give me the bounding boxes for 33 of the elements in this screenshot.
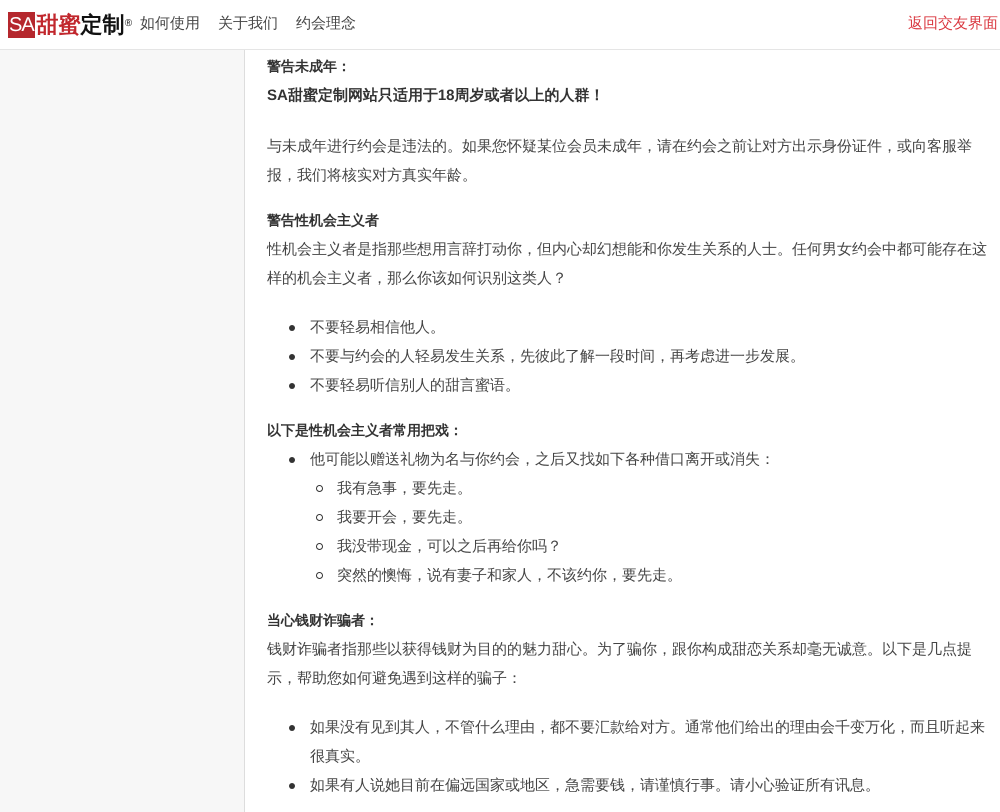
nav-link[interactable]: 如何使用	[140, 13, 200, 36]
section-heading: 警告性机会主义者	[267, 211, 380, 230]
paragraph: 性机会主义者是指那些想用言辞打动你，但内心却幻想能和你发生关系的人士。任何男女约会中都可能存在这样的机会主义者，那么你该如何识别这类人？	[267, 240, 988, 289]
list-item: 突然的懊悔，说有妻子和家人，不该约你，要先走。	[337, 566, 682, 586]
nav-link[interactable]: 关于我们	[218, 13, 278, 36]
warning-text: SA甜蜜定制网站只适用于18周岁或者以上的人群！	[267, 86, 606, 106]
bullet-icon	[289, 456, 295, 462]
site-logo[interactable]: SA甜蜜定制®	[8, 8, 132, 41]
list-item: 不要轻易相信他人。	[310, 318, 445, 338]
bullet-icon	[289, 724, 295, 730]
list-item: 他可能以赠送礼物为名与你约会，之后又找如下各种借口离开或消失：	[310, 450, 775, 470]
bullet-icon	[289, 324, 295, 330]
bullet-icon	[289, 782, 295, 788]
list-item: 我有急事，要先走。	[337, 479, 472, 499]
list-item: 如果有人说她目前在偏远国家或地区，急需要钱，请谨慎行事。请小心验证所有讯息。	[310, 776, 880, 796]
list-item: 我要开会，要先走。	[337, 508, 472, 528]
paragraph: 与未成年进行约会是违法的。如果您怀疑某位会员未成年，请在约会之前让对方出示身份证件，或向客服举报，我们将核实对方真实年龄。	[267, 137, 973, 186]
section-heading: 当心钱财诈骗者：	[267, 611, 380, 630]
list-item: 不要与约会的人轻易发生关系，先彼此了解一段时间，再考虑进一步发展。	[310, 347, 805, 367]
bullet-icon	[316, 572, 323, 579]
nav-link[interactable]: 约会理念	[296, 13, 356, 36]
bullet-icon	[289, 354, 295, 360]
list-item: 如果没有见到其人，不管什么理由，都不要汇款给对方。通常他们给出的理由会千变万化，而且听起来很真实。	[310, 718, 986, 767]
section-heading: 以下是性机会主义者常用把戏：	[267, 421, 464, 440]
section-heading: 警告未成年：	[267, 57, 352, 76]
bullet-icon	[316, 543, 323, 550]
bullet-icon	[316, 514, 323, 521]
paragraph: 钱财诈骗者指那些以获得钱财为目的的魅力甜心。为了骗你，跟你构成甜恋关系却毫无诚意。以下是几点提示，帮助您如何避免遇到这样的骗子：	[267, 640, 973, 689]
bullet-icon	[316, 485, 323, 492]
back-link[interactable]: 返回交友界面	[908, 13, 998, 36]
list-item: 我没带现金，可以之后再给你吗？	[337, 537, 562, 557]
list-item: 不要轻易听信别人的甜言蜜语。	[310, 376, 520, 396]
bullet-icon	[289, 382, 295, 388]
